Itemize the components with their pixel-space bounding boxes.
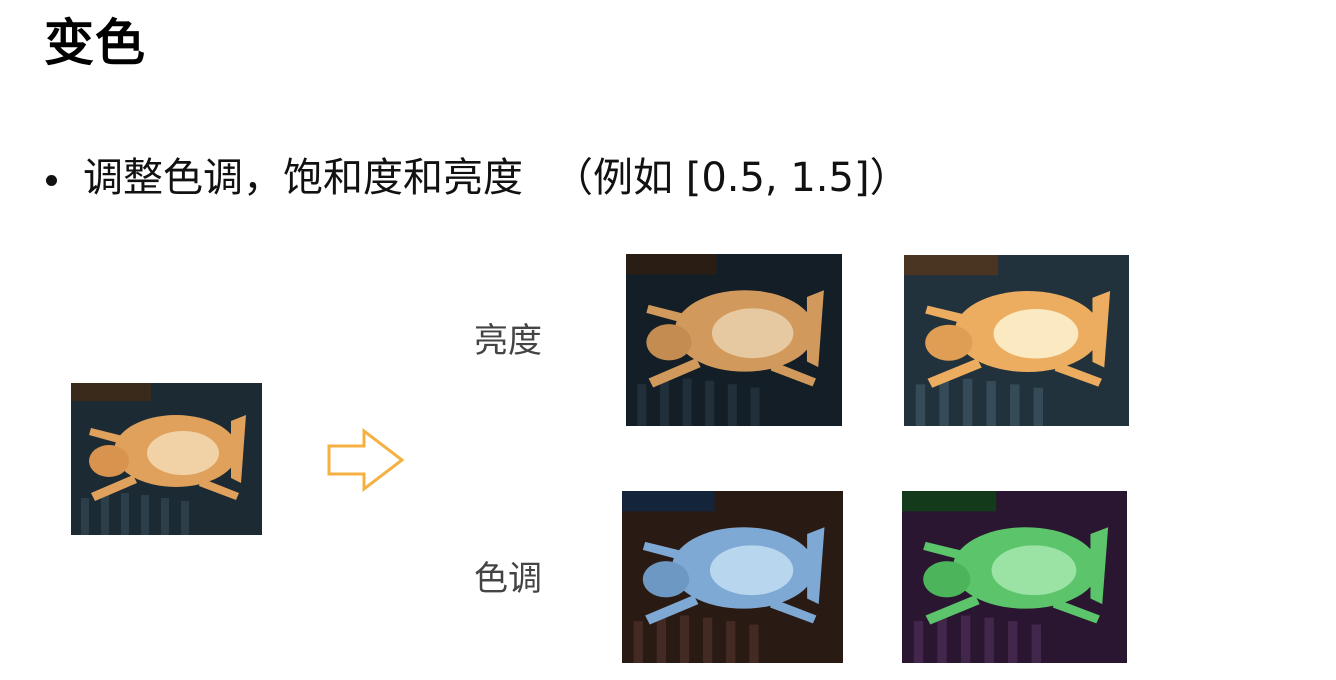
bullet-dot-icon — [46, 174, 57, 186]
cat-image-icon — [904, 255, 1129, 426]
cat-image-icon — [902, 491, 1127, 663]
hue-label: 色调 — [474, 559, 542, 599]
brightness-label: 亮度 — [474, 321, 542, 361]
brightness-brighter-cat-photo — [904, 255, 1129, 426]
original-cat-photo — [71, 383, 262, 535]
cat-image-icon — [622, 491, 843, 663]
hue-blue-cat-photo — [622, 491, 843, 663]
hue-green-cat-photo — [902, 491, 1127, 663]
bullet-text: 调整色调，饱和度和亮度 — [83, 155, 523, 201]
slide-title: 变色 — [44, 14, 146, 72]
cat-image-icon — [626, 254, 842, 426]
bullet-example-range: （例如 [0.5, 1.5]） — [553, 155, 910, 201]
bullet-point: 调整色调，饱和度和亮度 （例如 [0.5, 1.5]） — [46, 158, 910, 198]
cat-image-icon — [71, 383, 262, 535]
brightness-darker-cat-photo — [626, 254, 842, 426]
right-arrow-icon — [327, 428, 405, 492]
